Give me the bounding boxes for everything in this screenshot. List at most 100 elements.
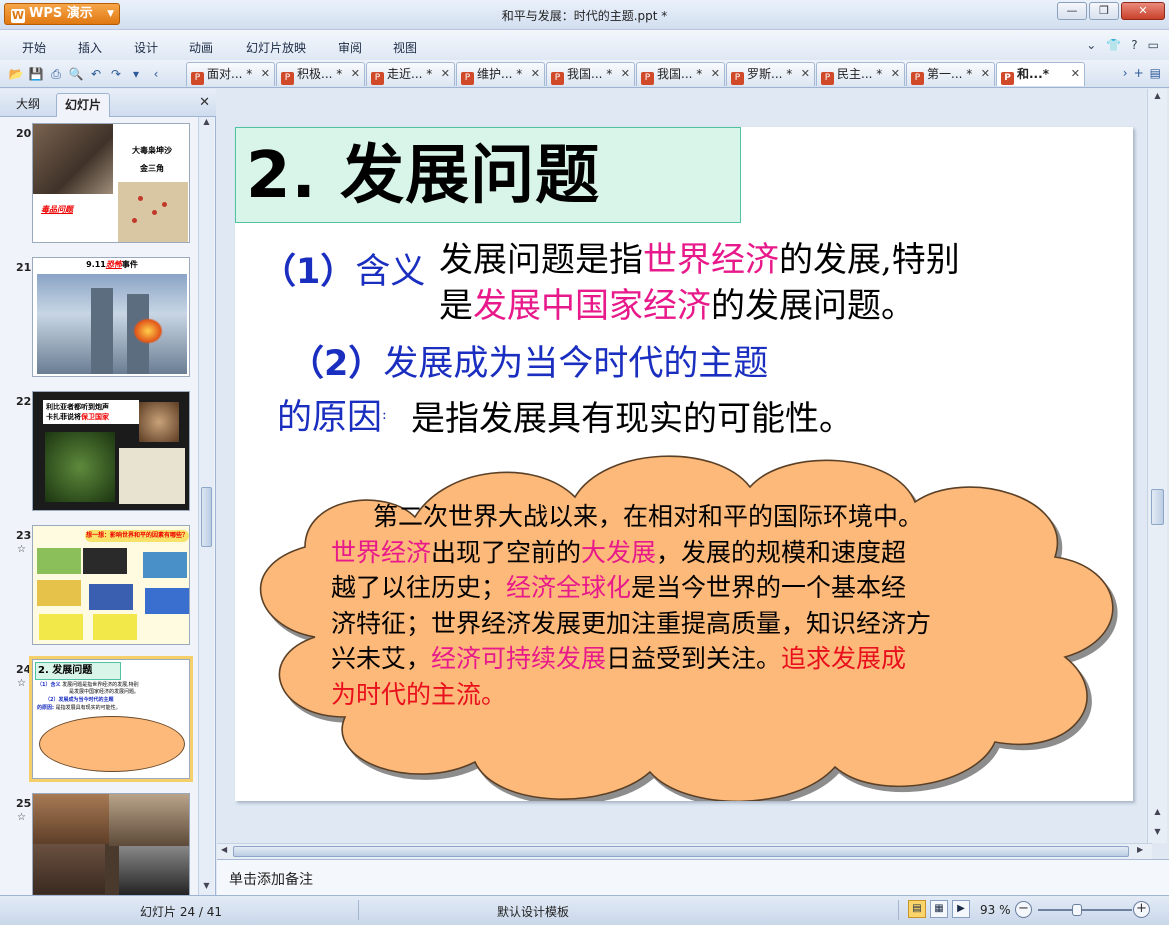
window-controls: — ❐ ✕ — [1057, 2, 1165, 20]
help-icon[interactable]: ? — [1131, 38, 1137, 52]
close-tab-icon[interactable]: ✕ — [891, 63, 900, 85]
scroll-thumb[interactable] — [201, 487, 212, 547]
tab-outline[interactable]: 大纲 — [8, 93, 48, 117]
thumb-text: 9.11恐怖事件 — [86, 260, 138, 269]
window-title: 和平与发展：时代的主题.ppt * — [501, 9, 668, 23]
tab-list-icon[interactable]: ▤ — [1150, 66, 1161, 80]
maximize-button[interactable]: ❐ — [1089, 2, 1119, 20]
scroll-up-icon[interactable]: ▲ — [1148, 91, 1167, 100]
cloud-shape — [39, 716, 185, 772]
zoom-in-button[interactable]: + — [1133, 901, 1150, 918]
definition-text[interactable]: 发展问题是指世界经济的发展,特别 是发展中国家经济的发展问题。 — [439, 237, 1089, 329]
close-tab-icon[interactable]: ✕ — [261, 63, 270, 85]
close-tab-icon[interactable]: ✕ — [711, 63, 720, 85]
ppt-file-icon: P — [1001, 72, 1014, 85]
menu-right-icons: ⌄ 👕 ? ▭ — [1086, 38, 1159, 52]
ppt-file-icon: P — [821, 72, 834, 85]
open-icon[interactable]: 📂 — [8, 66, 24, 82]
slide-thumbnails: 20 大毒枭坤沙 金三角 毒品问题 21 9.11恐怖事件 22 利比亚者都听到… — [0, 117, 198, 895]
doc-tab[interactable]: P 面对... * ✕ — [186, 62, 275, 86]
menu-item-view[interactable]: 视图 — [393, 39, 417, 56]
print-preview-icon[interactable]: 🔍 — [68, 66, 84, 82]
next-slide-icon[interactable]: ▼ — [1148, 827, 1167, 836]
menu-item-insert[interactable]: 插入 — [78, 39, 102, 56]
close-window-button[interactable]: ✕ — [1121, 2, 1165, 20]
tab-slides[interactable]: 幻灯片 — [56, 93, 111, 117]
close-tab-icon[interactable]: ✕ — [1071, 63, 1080, 85]
prev-slide-icon[interactable]: ▲ — [1148, 807, 1167, 816]
ppt-file-icon: P — [461, 72, 474, 85]
redo-icon[interactable]: ↷ — [108, 66, 124, 82]
slide-sorter-view-icon[interactable]: ▦ — [930, 900, 948, 918]
notes-pane[interactable]: 单击添加备注 — [217, 859, 1169, 895]
menu-item-slideshow[interactable]: 幻灯片放映 — [246, 39, 306, 56]
doc-tab-active[interactable]: P 和...* ✕ — [996, 62, 1085, 86]
thumb-text: 想一想：影响世界和平的因素有哪些？ — [85, 530, 189, 542]
close-tab-icon[interactable]: ✕ — [801, 63, 810, 85]
slide-editor: 2. 发展问题 （1）含义 发展问题是指世界经济的发展,特别 是发展中国家经济的… — [217, 89, 1169, 859]
photo — [45, 432, 115, 502]
scroll-right-icon[interactable]: ▶ — [1137, 845, 1143, 854]
menu-item-animation[interactable]: 动画 — [189, 39, 213, 56]
editor-horizontal-scrollbar[interactable]: ◀ ▶ — [217, 843, 1152, 859]
tabs-left-icon[interactable]: ‹ — [148, 66, 164, 82]
slideshow-view-icon[interactable]: ▶ — [952, 900, 970, 918]
ppt-file-icon: P — [731, 72, 744, 85]
doc-tab[interactable]: P 我国... * ✕ — [546, 62, 635, 86]
scroll-up-icon[interactable]: ▲ — [199, 117, 214, 131]
minimize-button[interactable]: — — [1057, 2, 1087, 20]
tabs-right-icons: › + ▤ — [1123, 66, 1161, 80]
restore-window-icon[interactable]: ▭ — [1148, 38, 1159, 52]
customize-icon[interactable]: ▾ — [128, 66, 144, 82]
editor-vertical-scrollbar[interactable]: ▲ ▲ ▼ — [1147, 89, 1167, 843]
label-reason-heading[interactable]: （2）发展成为当今时代的主题 — [289, 335, 768, 386]
save-icon[interactable]: 💾 — [28, 66, 44, 82]
scroll-thumb[interactable] — [233, 846, 1129, 857]
zoom-slider-track[interactable] — [1038, 909, 1132, 911]
slide-canvas[interactable]: 2. 发展问题 （1）含义 发展问题是指世界经济的发展,特别 是发展中国家经济的… — [235, 127, 1133, 801]
ppt-file-icon: P — [371, 72, 384, 85]
close-panel-icon[interactable]: ✕ — [199, 95, 210, 110]
ppt-file-icon: P — [551, 72, 564, 85]
doc-tab[interactable]: P 第一... * ✕ — [906, 62, 995, 86]
doc-tab[interactable]: P 罗斯... * ✕ — [726, 62, 815, 86]
collapse-ribbon-icon[interactable]: ⌄ — [1086, 38, 1096, 52]
label-meaning[interactable]: （1）含义 — [261, 243, 425, 294]
menu-item-home[interactable]: 开始 — [22, 39, 46, 56]
slide-title[interactable]: 2. 发展问题 — [235, 127, 741, 223]
scroll-left-icon[interactable]: ◀ — [221, 845, 227, 854]
print-icon[interactable]: ⎙ — [48, 66, 64, 82]
thumbnail-image: 9.11恐怖事件 — [32, 257, 190, 377]
animation-star-icon: ☆ — [17, 544, 26, 555]
normal-view-icon[interactable]: ▤ — [908, 900, 926, 918]
menu-item-design[interactable]: 设计 — [134, 39, 158, 56]
close-tab-icon[interactable]: ✕ — [621, 63, 630, 85]
tabs-right-icon[interactable]: › — [1123, 66, 1128, 80]
new-tab-icon[interactable]: + — [1134, 66, 1144, 80]
slides-panel: 大纲 幻灯片 ✕ 20 大毒枭坤沙 金三角 毒品问题 21 9.11恐怖事件 2… — [0, 89, 216, 895]
doc-tab[interactable]: P 维护... * ✕ — [456, 62, 545, 86]
scroll-thumb[interactable] — [1151, 489, 1164, 525]
scroll-down-icon[interactable]: ▼ — [199, 881, 214, 895]
close-tab-icon[interactable]: ✕ — [531, 63, 540, 85]
ppt-file-icon: P — [911, 72, 924, 85]
menu-item-review[interactable]: 审阅 — [338, 39, 362, 56]
doc-tab[interactable]: P 走近... * ✕ — [366, 62, 455, 86]
panel-scrollbar[interactable]: ▲ ▼ — [198, 117, 214, 895]
thumb-text: 毒品问题 — [41, 205, 73, 214]
close-tab-icon[interactable]: ✕ — [981, 63, 990, 85]
zoom-level[interactable]: 93 % — [980, 903, 1011, 917]
zoom-out-button[interactable]: − — [1015, 901, 1032, 918]
skin-icon[interactable]: 👕 — [1106, 38, 1121, 52]
status-bar: 幻灯片 24 / 41 默认设计模板 ▤ ▦ ▶ 93 % − + — [0, 895, 1169, 925]
doc-tab[interactable]: P 我国... * ✕ — [636, 62, 725, 86]
doc-tab[interactable]: P 民主... * ✕ — [816, 62, 905, 86]
doc-tab[interactable]: P 积极... * ✕ — [276, 62, 365, 86]
close-tab-icon[interactable]: ✕ — [441, 63, 450, 85]
photo — [139, 402, 179, 442]
zoom-slider-handle[interactable] — [1072, 904, 1082, 916]
design-template-name[interactable]: 默认设计模板 — [497, 903, 569, 920]
undo-icon[interactable]: ↶ — [88, 66, 104, 82]
cloud-text[interactable]: 第二次世界大战以来，在相对和平的国际环境中。世界经济出现了空前的大发展，发展的规… — [331, 499, 931, 712]
close-tab-icon[interactable]: ✕ — [351, 63, 360, 85]
